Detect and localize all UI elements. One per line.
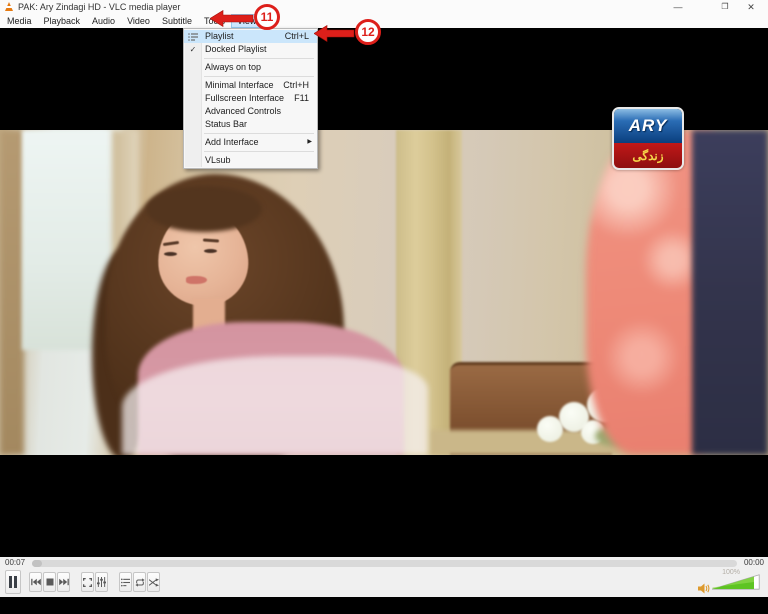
playlist-icon: [184, 30, 202, 43]
time-elapsed: 00:07: [5, 558, 25, 567]
annotation-arrow-11: [210, 10, 254, 27]
menu-item-add-interface[interactable]: Add Interface ▶: [184, 136, 317, 149]
bottom-black-strip: [0, 597, 768, 614]
menu-item-always-on-top[interactable]: Always on top: [184, 61, 317, 74]
loop-icon: [135, 578, 145, 587]
volume-slider[interactable]: [712, 574, 760, 595]
woman-hair-fringe: [146, 186, 262, 232]
submenu-arrow-icon: ▶: [307, 136, 317, 149]
woman-eye-left: [164, 252, 177, 256]
pause-icon: [8, 576, 18, 588]
close-button[interactable]: ✕: [741, 0, 761, 14]
ary-logo-top: ARY: [614, 109, 682, 143]
menu-separator: [204, 133, 314, 134]
menu-video[interactable]: Video: [121, 14, 156, 28]
blurred-navy-figure: [692, 130, 768, 455]
annotation-step-12: 12: [355, 19, 381, 45]
stop-button[interactable]: [43, 572, 56, 592]
fullscreen-button[interactable]: [81, 572, 94, 592]
previous-button[interactable]: [29, 572, 42, 592]
menu-subtitle[interactable]: Subtitle: [156, 14, 198, 28]
menu-item-minimal-interface[interactable]: Minimal Interface Ctrl+H: [184, 79, 317, 92]
loop-button[interactable]: [133, 572, 146, 592]
shuffle-icon: [149, 578, 159, 587]
woman-white-dupatta: [122, 356, 428, 455]
menu-item-docked-playlist[interactable]: ✓ Docked Playlist: [184, 43, 317, 56]
playlist-toggle-icon: [121, 578, 130, 587]
menu-separator: [204, 58, 314, 59]
view-dropdown-menu: Playlist Ctrl+L ✓ Docked Playlist Always…: [183, 28, 318, 169]
control-bar: 00:07 00:00: [0, 557, 768, 597]
ary-zindagi-logo: ARY زندگی: [612, 107, 684, 170]
curtain-left: [0, 130, 24, 455]
menu-item-advanced-controls[interactable]: Advanced Controls: [184, 105, 317, 118]
menu-media[interactable]: Media: [1, 14, 38, 28]
seek-progress: [32, 560, 42, 567]
annotation-arrow-12: [314, 25, 355, 42]
minimize-button[interactable]: —: [668, 0, 688, 14]
menu-audio[interactable]: Audio: [86, 14, 121, 28]
checkmark-icon: ✓: [184, 43, 202, 56]
menu-separator: [204, 76, 314, 77]
menu-separator: [204, 151, 314, 152]
woman-eye-right: [204, 249, 217, 253]
menu-item-vlsub[interactable]: VLsub: [184, 154, 317, 167]
shuffle-button[interactable]: [147, 572, 160, 592]
seek-bar[interactable]: [32, 560, 737, 567]
vlc-window: PAK: Ary Zindagi HD - VLC media player —…: [0, 0, 768, 614]
toggle-playlist-button[interactable]: [119, 572, 132, 592]
vlc-cone-icon: [4, 2, 14, 12]
title-bar: PAK: Ary Zindagi HD - VLC media player —…: [0, 0, 768, 14]
restore-button[interactable]: ❐: [715, 0, 735, 14]
stop-icon: [46, 578, 54, 586]
menu-playback[interactable]: Playback: [38, 14, 87, 28]
menu-item-playlist[interactable]: Playlist Ctrl+L: [184, 30, 317, 43]
menu-item-fullscreen-interface[interactable]: Fullscreen Interface F11: [184, 92, 317, 105]
ary-logo-bottom: زندگی: [614, 143, 682, 168]
next-button[interactable]: [57, 572, 70, 592]
extended-settings-button[interactable]: [95, 572, 108, 592]
window-title: PAK: Ary Zindagi HD - VLC media player: [18, 0, 180, 14]
annotation-step-11: 11: [254, 4, 280, 30]
equalizer-icon: [97, 577, 106, 587]
time-remaining: 00:00: [744, 558, 764, 567]
pause-button[interactable]: [5, 570, 21, 594]
skip-forward-icon: [59, 578, 69, 586]
skip-back-icon: [31, 578, 41, 586]
woman-lips: [186, 276, 207, 284]
video-frame: [0, 130, 768, 455]
menu-bar: Media Playback Audio Video Subtitle Tool…: [0, 14, 768, 28]
menu-item-status-bar[interactable]: Status Bar: [184, 118, 317, 131]
fullscreen-icon: [83, 578, 92, 587]
